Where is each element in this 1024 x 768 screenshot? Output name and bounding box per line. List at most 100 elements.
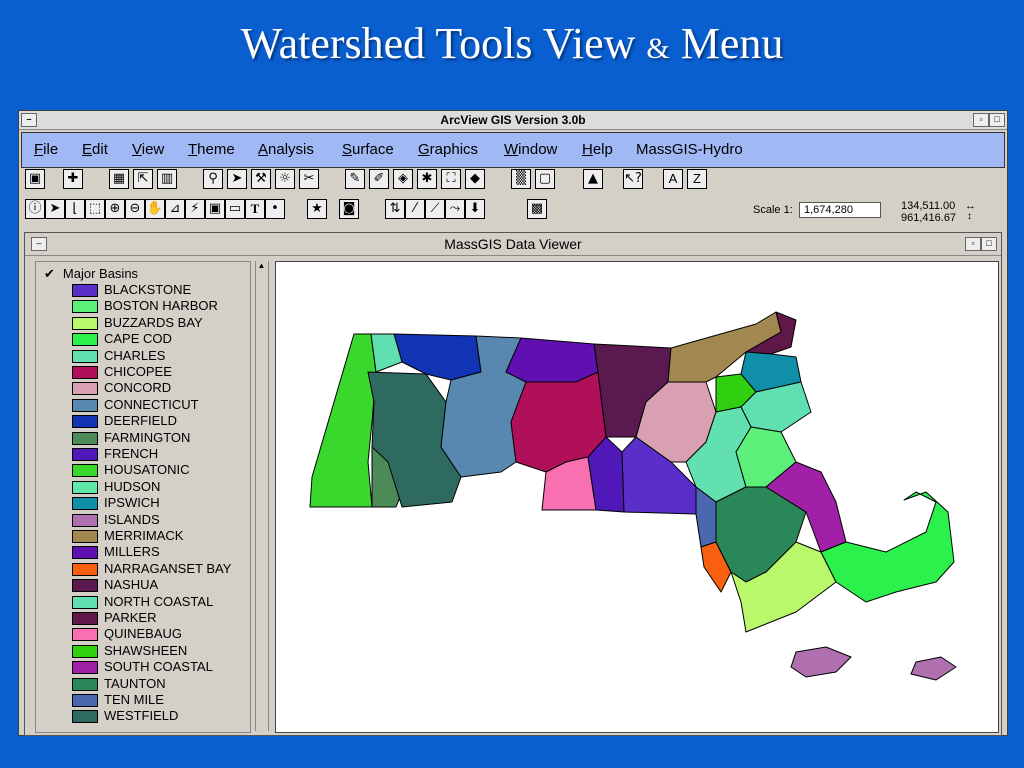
hotlink-tool-icon[interactable]: ⚡ — [185, 199, 205, 219]
locate-address-icon[interactable]: ➤ — [227, 169, 247, 189]
add-theme-icon[interactable]: ✚ — [63, 169, 83, 189]
help-pointer-label: ? — [635, 171, 642, 186]
vertex-edit-icon[interactable]: ⌊ — [65, 199, 85, 219]
star-icon[interactable]: ★ — [307, 199, 327, 219]
clear-selection-icon[interactable]: ▢ — [535, 169, 555, 189]
zoom-to-themes-icon[interactable]: ✱ — [417, 169, 437, 189]
checkbox-checked-icon[interactable]: ✔ — [44, 266, 55, 281]
slide-title-part1: Watershed Tools View — [240, 19, 636, 68]
menu-file[interactable]: File — [34, 141, 58, 158]
coordinate-readout: 134,511.00 961,416.67 — [901, 200, 956, 224]
viewer-maximize-icon[interactable]: □ — [981, 237, 997, 251]
legend-label: CHARLES — [104, 347, 166, 363]
zoom-out-icon[interactable]: ⊖ — [125, 199, 145, 219]
zoom-previous-icon[interactable]: ◆ — [465, 169, 485, 189]
zoom-in-icon[interactable]: ⊕ — [105, 199, 125, 219]
legend-label: NASHUA — [104, 577, 159, 593]
legend-swatch — [72, 579, 98, 593]
theme-header[interactable]: ✔ Major Basins — [44, 266, 138, 282]
legend-label: NORTH COASTAL — [104, 593, 214, 609]
legend-label: IPSWICH — [104, 495, 160, 511]
select-features-icon[interactable]: ▒ — [511, 169, 531, 189]
menu-edit[interactable]: Edit — [82, 141, 108, 158]
massachusetts-basins-map[interactable] — [276, 262, 998, 732]
legend-label: HUDSON — [104, 478, 161, 494]
minimize-icon[interactable]: ▫ — [973, 113, 989, 127]
basin-islands-nantucket — [910, 656, 957, 681]
select-feature-icon[interactable]: ⬚ — [85, 199, 105, 219]
legend-label: CONCORD — [104, 380, 172, 396]
chart-icon[interactable]: ▲ — [583, 169, 603, 189]
viewer-menu-icon[interactable]: – — [31, 237, 47, 251]
slide-title-part2: Menu — [680, 19, 784, 68]
flow-path-icon[interactable]: ⤳ — [445, 199, 465, 219]
basin-cape-cod — [820, 491, 955, 603]
legend-label: CAPE COD — [104, 331, 172, 347]
label-icon[interactable]: ▣ — [205, 199, 225, 219]
grid-tool-icon[interactable]: ▩ — [527, 199, 547, 219]
arcview-window: – ArcView GIS Version 3.0b ▫ □ File Edit V… — [18, 110, 1008, 736]
scroll-up-icon[interactable]: ▲ — [257, 261, 266, 271]
legend-swatch — [72, 710, 98, 724]
window-menu-icon[interactable]: – — [21, 113, 37, 127]
zoom-full-extent-icon[interactable]: ◈ — [393, 169, 413, 189]
find-icon[interactable]: ⚲ — [203, 169, 223, 189]
edit-legend-icon[interactable]: ⇱ — [133, 169, 153, 189]
legend-label: QUINEBAUG — [104, 626, 183, 642]
legend-label: TAUNTON — [104, 675, 166, 691]
menu-window[interactable]: Window — [504, 141, 557, 158]
flow-direction-icon[interactable]: ⇅ — [385, 199, 405, 219]
menu-theme[interactable]: Theme — [188, 141, 235, 158]
watershed-icon[interactable]: ⬇ — [465, 199, 485, 219]
button-bar: ▣ ✚ ▦ ⇱ ▥ ⚲ ➤ ⚒ ☼ ✂ ✎ ✐ ◈ ✱ ⛶ ◆ ▒ ▢ ▲ ↖?… — [21, 169, 1003, 194]
legend-swatch — [72, 398, 98, 412]
map-view[interactable] — [275, 261, 999, 733]
camera-icon[interactable]: ◙ — [339, 199, 359, 219]
legend-scrollbar[interactable]: ▲ — [255, 261, 269, 731]
measure-icon[interactable]: ⊿ — [165, 199, 185, 219]
callout-icon[interactable]: ▭ — [225, 199, 245, 219]
theme-properties-icon[interactable]: ▦ — [109, 169, 129, 189]
draw-icon[interactable]: ✎ — [345, 169, 365, 189]
trace-line-icon[interactable]: ⟋ — [425, 199, 445, 219]
save-project-icon[interactable]: ▣ — [25, 169, 45, 189]
legend-label: DEERFIELD — [104, 413, 177, 429]
menu-graphics[interactable]: Graphics — [418, 141, 478, 158]
legend-swatch — [72, 595, 98, 609]
legend-label: HOUSATONIC — [104, 462, 190, 478]
maximize-icon[interactable]: □ — [989, 113, 1005, 127]
table-of-contents: ✔ Major Basins BLACKSTONE BOSTON HARBOR BUZ… — [35, 261, 251, 733]
legend-label: ISLANDS — [104, 511, 160, 527]
help-pointer-icon[interactable]: ↖? — [623, 169, 643, 189]
open-attribute-table-icon[interactable]: ▥ — [157, 169, 177, 189]
legend-swatch — [72, 612, 98, 625]
query-builder-icon[interactable]: ⚒ — [251, 169, 271, 189]
identify-icon[interactable]: ⓘ — [25, 199, 45, 219]
sort-descending-button[interactable]: Z — [687, 169, 707, 189]
draw-line-icon[interactable]: ⁄ — [405, 199, 425, 219]
basin-millers — [505, 337, 599, 383]
legend-swatch — [72, 694, 98, 707]
basin-housatonic — [309, 333, 377, 508]
viewer-minimize-icon[interactable]: ▫ — [965, 237, 981, 251]
point-tool-icon[interactable]: • — [265, 199, 285, 219]
legend-label: NARRAGANSET BAY — [104, 560, 232, 576]
pointer-icon[interactable]: ➤ — [45, 199, 65, 219]
menu-massgis-hydro[interactable]: MassGIS-Hydro — [636, 141, 743, 158]
coordinate-y: 961,416.67 — [901, 212, 957, 224]
hotlink-icon[interactable]: ☼ — [275, 169, 295, 189]
pan-icon[interactable]: ✋ — [145, 199, 165, 219]
text-tool-button[interactable]: T — [245, 199, 265, 219]
menu-view[interactable]: View — [132, 141, 164, 158]
edit-graphics-icon[interactable]: ✐ — [369, 169, 389, 189]
menu-surface[interactable]: Surface — [342, 141, 394, 158]
menu-help[interactable]: Help — [582, 141, 613, 158]
scale-input[interactable]: 1,674,280 — [799, 202, 881, 218]
legend-swatch — [72, 284, 98, 297]
viewer-title: MassGIS Data Viewer — [444, 236, 582, 252]
menu-analysis[interactable]: Analysis — [258, 141, 314, 158]
cut-icon[interactable]: ✂ — [299, 169, 319, 189]
legend-swatch — [72, 300, 98, 314]
sort-ascending-button[interactable]: A — [663, 169, 683, 189]
zoom-to-selected-icon[interactable]: ⛶ — [441, 169, 461, 189]
